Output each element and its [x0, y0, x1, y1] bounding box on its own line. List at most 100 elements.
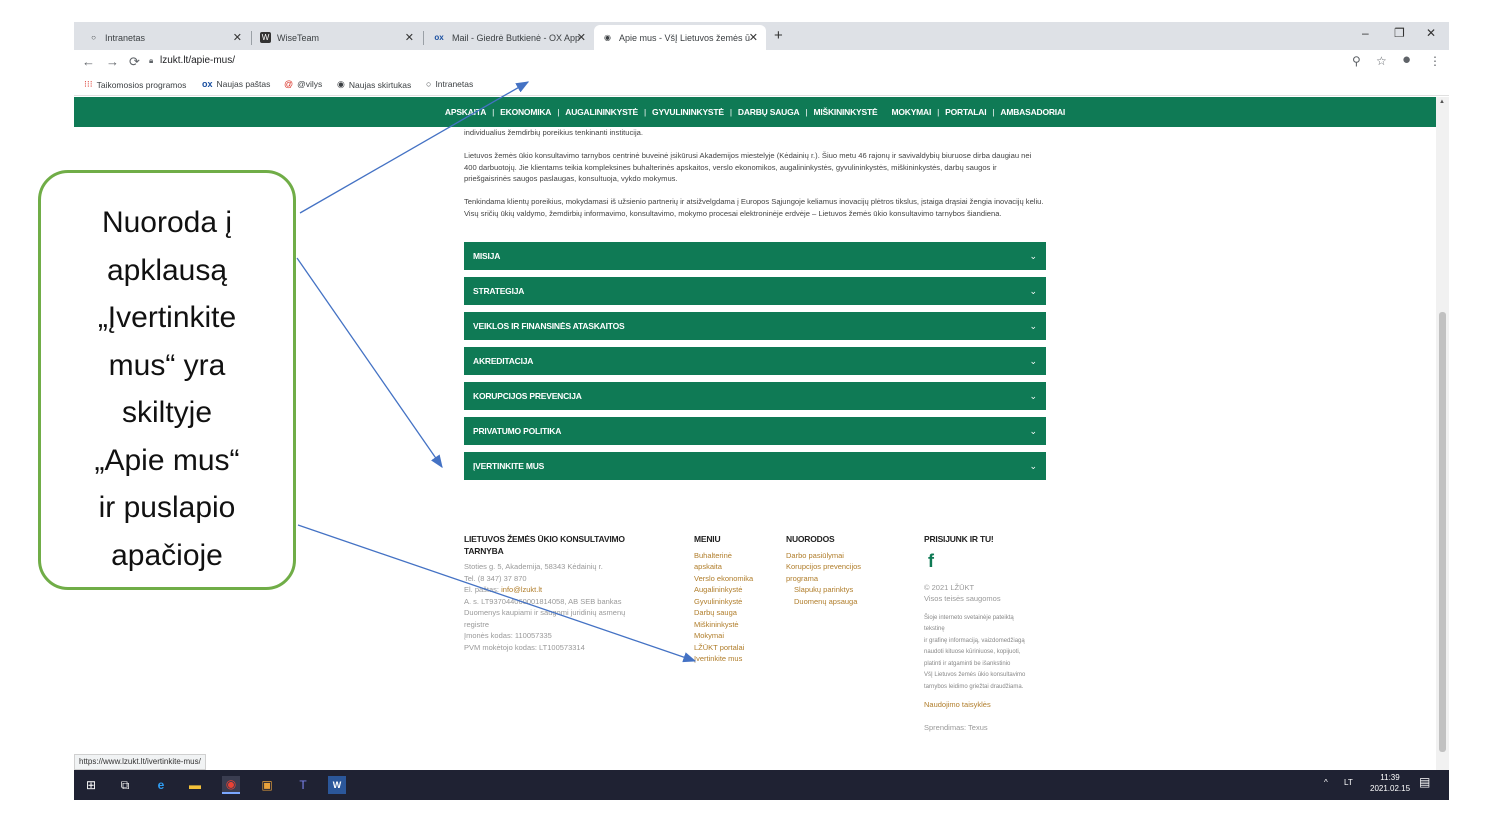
accordion-5[interactable]: PRIVATUMO POLITIKA ⌄ — [464, 417, 1046, 445]
tray-chevron-icon[interactable]: ^ — [1324, 778, 1328, 787]
tab-mail[interactable]: ox Mail - Giedrė Butkienė - OX App ✕ — [424, 25, 594, 50]
footer-org-line: El. paštas: info@lzukt.lt — [464, 584, 664, 596]
apps-icon: ⁝⁝⁝ — [84, 79, 93, 89]
legal-line: platinti ir atgaminti be išankstinio — [924, 660, 1011, 667]
footer-menu-link[interactable]: Verslo ekonomika — [694, 573, 774, 585]
footer-link[interactable]: programa — [786, 573, 896, 585]
close-icon[interactable]: ✕ — [405, 31, 414, 44]
task-view-icon[interactable]: ⧉ — [116, 776, 134, 794]
footer-link[interactable]: Darbo pasiūlymai — [786, 550, 896, 562]
chevron-down-icon: ⌄ — [1029, 390, 1037, 401]
footer-menu-link[interactable]: Įvertinkite mus — [694, 653, 774, 665]
bookmark-intranetas[interactable]: ○ Intranetas — [426, 79, 473, 89]
callout-text: Nuoroda į apklausą „Įvertinkite mus“ yra ski… — [41, 199, 293, 579]
word-icon[interactable]: W — [328, 776, 346, 794]
zoom-icon[interactable]: ⚲ — [1352, 54, 1361, 68]
accordion-2[interactable]: VEIKLOS IR FINANSINĖS ATASKAITOS ⌄ — [464, 312, 1046, 340]
restore-icon[interactable]: ❐ — [1394, 26, 1405, 40]
scroll-up-icon[interactable]: ▲ — [1439, 99, 1445, 105]
terms-link[interactable]: Naudojimo taisyklės — [924, 699, 1054, 711]
nav-item-ekonomika[interactable]: EKONOMIKA — [500, 107, 551, 117]
accordion-0[interactable]: MISIJA ⌄ — [464, 242, 1046, 270]
nav-item-ambasadoriai[interactable]: AMBASADORIAI — [1000, 107, 1065, 117]
profile-icon[interactable]: ● — [1402, 51, 1411, 68]
footer-menu-link[interactable]: LŽŪKT portalai — [694, 642, 774, 654]
notification-icon[interactable]: ▤ — [1419, 775, 1430, 789]
accordion-1[interactable]: STRATEGIJA ⌄ — [464, 277, 1046, 305]
bookmark-new-tab[interactable]: ◉ Naujas skirtukas — [337, 79, 411, 90]
accordion-3[interactable]: AKREDITACIJA ⌄ — [464, 347, 1046, 375]
lock-icon[interactable]: 🔒︎ — [149, 56, 153, 66]
chrome-icon[interactable]: ◉ — [222, 776, 240, 794]
legal-line: VšĮ Lietuvos žemės ūkio konsultavimo — [924, 672, 1026, 678]
nav-item-portalai[interactable]: PORTALAI — [945, 107, 986, 117]
file-explorer-icon[interactable]: ▬ — [186, 776, 204, 794]
windows-start-icon[interactable]: ⊞ — [82, 776, 100, 794]
footer-link[interactable]: Korupcijos prevencijos — [786, 561, 896, 573]
footer-menu-link[interactable]: Mokymai — [694, 630, 774, 642]
about-paragraph: Lietuvos žemės ūkio konsultavimo tarnybo… — [464, 151, 1032, 183]
tab-title: Mail - Giedrė Butkienė - OX App — [452, 32, 581, 43]
footer-menu-link[interactable]: apskaita — [694, 561, 774, 573]
footer-menu-link[interactable]: Miškininkystė — [694, 619, 774, 631]
solution-label: Sprendimas: Texus — [924, 722, 988, 732]
accordion-label: MISIJA — [473, 251, 501, 261]
annotation-callout: Nuoroda į apklausą „Įvertinkite mus“ yra ski… — [38, 170, 296, 590]
close-icon[interactable]: ✕ — [233, 31, 242, 44]
nav-separator: | — [729, 107, 732, 117]
accordion-6[interactable]: ĮVERTINKITE MUS ⌄ — [464, 452, 1046, 480]
close-window-icon[interactable]: ✕ — [1426, 26, 1436, 40]
menu-icon[interactable]: ⋮ — [1429, 54, 1441, 68]
footer-sub-link[interactable]: Slapukų parinktys — [786, 584, 896, 596]
footer-menu-link[interactable]: Augalininkystė — [694, 584, 774, 596]
legal-line: tekstinę — [924, 626, 945, 632]
bookmark-vilys[interactable]: @ @vilys — [284, 79, 322, 89]
footer-menu-link[interactable]: Darbų sauga — [694, 607, 774, 619]
footer-org-line: A. s. LT937044060001814058, AB SEB banka… — [464, 596, 622, 606]
clock[interactable]: 11:39 2021.02.15 — [1370, 772, 1410, 794]
new-tab-button[interactable]: + — [774, 27, 783, 44]
scrollbar-thumb[interactable] — [1439, 312, 1446, 752]
tab-wiseteam[interactable]: W WiseTeam ✕ — [252, 25, 422, 50]
tab-title: Apie mus - VšĮ Lietuvos žemės ū — [619, 32, 751, 43]
accordion-label: VEIKLOS IR FINANSINĖS ATASKAITOS — [473, 321, 625, 331]
nav-item-mokymai[interactable]: MOKYMAI — [891, 107, 931, 117]
callout-line: apačioje — [111, 538, 223, 572]
solution-text: Sprendimas: Texus — [924, 722, 1054, 734]
bookmark-apps[interactable]: ⁝⁝⁝ Taikomosios programos — [84, 79, 186, 90]
bookmark-mail[interactable]: ox Naujas paštas — [202, 79, 270, 89]
footer-sub-link[interactable]: Duomenų apsauga — [786, 596, 896, 608]
language-indicator[interactable]: LT — [1344, 778, 1353, 787]
reload-icon[interactable]: ⟳ — [129, 54, 140, 70]
footer-menu-link[interactable]: Gyvulininkystė — [694, 596, 774, 608]
facebook-icon[interactable]: f — [928, 550, 1054, 572]
nav-item-miškininkystė[interactable]: MIŠKININKYSTĖ — [813, 107, 877, 117]
tab-title: WiseTeam — [277, 32, 320, 43]
close-icon[interactable]: ✕ — [577, 31, 586, 44]
legal-line: naudoti kituose kūriniuose, kopijuoti, — [924, 649, 1021, 655]
footer-menu-link[interactable]: Buhalterinė — [694, 550, 774, 562]
minimize-icon[interactable]: – — [1362, 26, 1369, 40]
nav-item-darbų sauga[interactable]: DARBŲ SAUGA — [738, 107, 800, 117]
tab-bar: ○ Intranetas ✕ W WiseTeam ✕ ox Mail - Gi… — [74, 22, 1449, 50]
callout-line: ir puslapio — [98, 491, 236, 524]
star-icon[interactable]: ☆ — [1376, 54, 1387, 68]
media-icon[interactable]: ▣ — [258, 776, 276, 794]
forward-icon[interactable]: → — [106, 54, 119, 69]
nav-item-gyvulininkystė[interactable]: GYVULININKYSTĖ — [652, 107, 724, 117]
tab-intranetas[interactable]: ○ Intranetas ✕ — [80, 25, 250, 50]
accordion-4[interactable]: KORUPCIJOS PREVENCIJA ⌄ — [464, 382, 1046, 410]
nav-separator: | — [557, 107, 560, 117]
edge-icon[interactable]: e — [152, 776, 170, 794]
back-icon[interactable]: ← — [82, 54, 95, 69]
nav-item-apskaita[interactable]: APSKAITA — [445, 107, 486, 117]
teams-icon[interactable]: T — [294, 776, 312, 794]
clock-date: 2021.02.15 — [1370, 784, 1411, 793]
nav-item-augalininkystė[interactable]: AUGALININKYSTĖ — [565, 107, 638, 117]
email-link[interactable]: info@lzukt.lt — [501, 585, 542, 594]
url-field[interactable]: lzukt.lt/apie-mus/ — [160, 55, 235, 66]
address-bar: ← → ⟳ 🔒︎ lzukt.lt/apie-mus/ ⚲ ☆ ● ⋮ — [74, 50, 1449, 74]
page-scrollbar[interactable]: ▲ — [1436, 97, 1449, 770]
tab-apie-mus[interactable]: ◉ Apie mus - VšĮ Lietuvos žemės ū ✕ — [594, 25, 766, 50]
close-icon[interactable]: ✕ — [749, 31, 758, 44]
